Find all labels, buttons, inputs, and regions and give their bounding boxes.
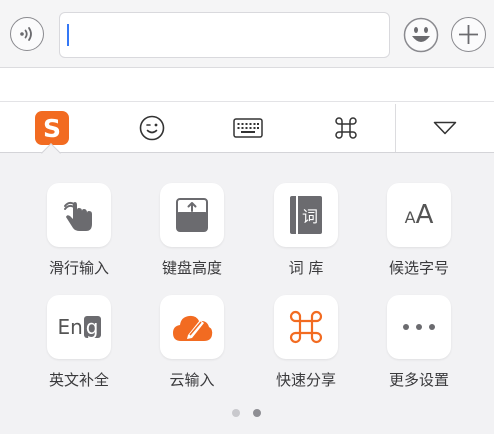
- sogou-logo-icon: S: [35, 111, 69, 145]
- grid-item-label: 更多设置: [388, 371, 449, 389]
- font-size-icon: AA: [404, 200, 434, 230]
- toolbar-divider: [395, 104, 396, 152]
- grid-item-label: 候选字号: [388, 259, 449, 277]
- swipe-input-tile[interactable]: [47, 183, 111, 247]
- grid-item-dictionary[interactable]: 词 词 库: [256, 183, 356, 278]
- grid-item-label: 快速分享: [275, 371, 336, 389]
- voice-wave-icon: [19, 26, 32, 41]
- plus-button[interactable]: [451, 17, 486, 52]
- grid-item-label: 云输入: [169, 371, 215, 389]
- quick-share-tile[interactable]: [274, 295, 338, 359]
- grid-item-label: 英文补全: [48, 371, 109, 389]
- grid-item-more-settings[interactable]: 更多设置: [369, 295, 469, 390]
- grid-item-label: 键盘高度: [161, 259, 222, 277]
- command-key-icon: [335, 117, 357, 139]
- collapse-keyboard-button[interactable]: [415, 102, 475, 154]
- candidate-font-size-tile[interactable]: AA: [387, 183, 451, 247]
- dictionary-tile[interactable]: 词: [274, 183, 338, 247]
- keyboard-height-icon: [176, 198, 208, 232]
- more-settings-tile[interactable]: [387, 295, 451, 359]
- keyboard-height-tile[interactable]: [160, 183, 224, 247]
- page-dot-1[interactable]: [232, 409, 240, 417]
- keyboard-icon: [233, 118, 263, 138]
- english-complete-icon: En g: [57, 315, 101, 339]
- dictionary-book-icon: 词: [290, 196, 322, 234]
- grid-item-label: 词 库: [288, 259, 324, 277]
- cloud-pen-icon: [173, 315, 213, 341]
- tab-keyboard[interactable]: [218, 102, 278, 154]
- cloud-input-tile[interactable]: [160, 295, 224, 359]
- grid-item-keyboard-height[interactable]: 键盘高度: [142, 183, 242, 278]
- message-input[interactable]: [59, 12, 390, 58]
- triangle-down-icon: [433, 121, 457, 135]
- text-caret: [67, 24, 69, 46]
- grid-item-cloud-input[interactable]: 云输入: [142, 295, 242, 390]
- grid-item-candidate-font-size[interactable]: AA 候选字号: [369, 183, 469, 278]
- smiley-face-icon: [403, 17, 439, 53]
- grid-item-english-complete[interactable]: En g 英文补全: [29, 295, 129, 390]
- grid-item-quick-share[interactable]: 快速分享: [256, 295, 356, 390]
- tab-emoji[interactable]: [122, 102, 182, 154]
- more-dots-icon: [403, 324, 435, 330]
- command-share-icon: [289, 310, 323, 344]
- voice-button[interactable]: [10, 17, 44, 51]
- emoji-button[interactable]: [403, 17, 439, 53]
- grid-item-swipe-input[interactable]: 滑行输入: [29, 183, 129, 278]
- english-complete-tile[interactable]: En g: [47, 295, 111, 359]
- tab-command[interactable]: [316, 102, 376, 154]
- keyboard-toolbar: S: [0, 101, 494, 153]
- page-dot-2[interactable]: [253, 409, 261, 417]
- grid-item-label: 滑行输入: [48, 259, 109, 277]
- plus-icon: [458, 24, 478, 44]
- wink-face-icon: [139, 115, 165, 141]
- chat-input-bar: [0, 0, 494, 68]
- swipe-hand-icon: [64, 201, 92, 231]
- candidate-strip: [0, 68, 494, 102]
